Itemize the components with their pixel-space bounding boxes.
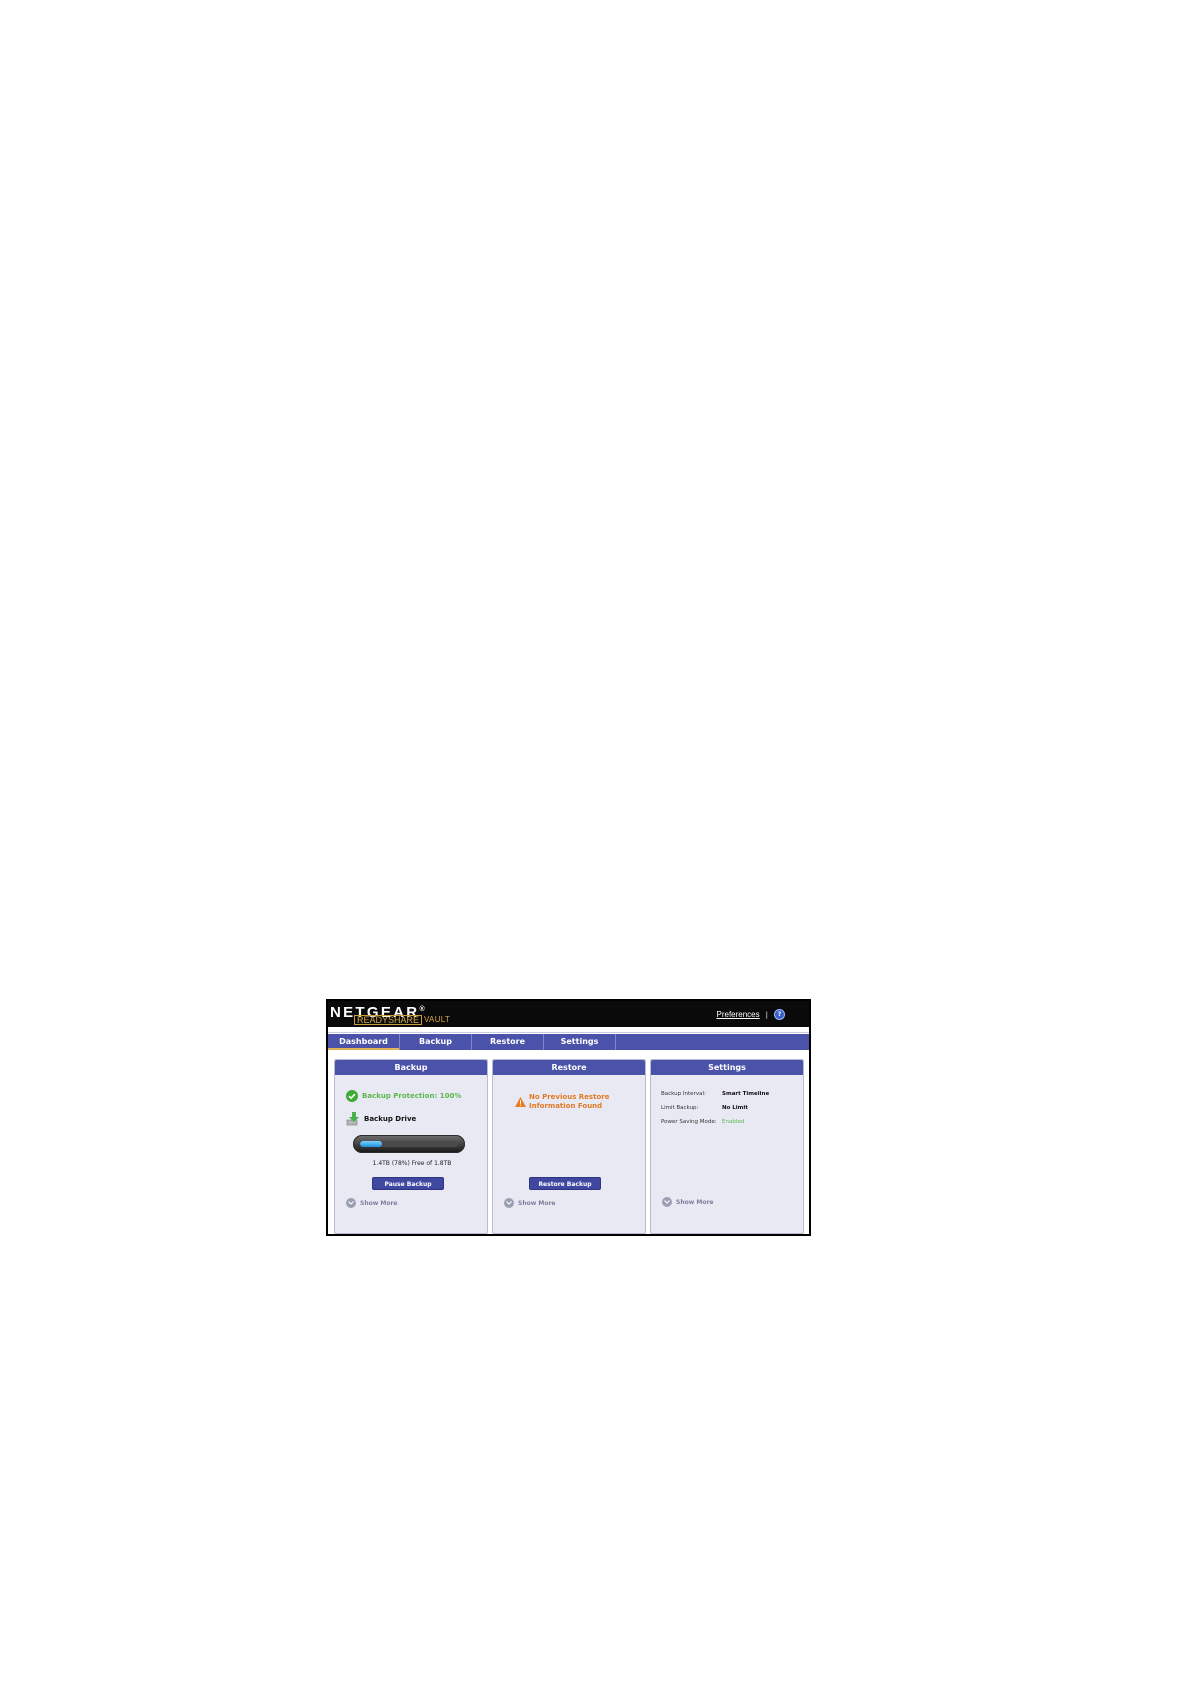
- settings-panel-title: Settings: [651, 1060, 803, 1075]
- header-separator: |: [765, 1010, 768, 1019]
- readyshare-vault-logo: READYSHARE VAULT: [354, 1015, 450, 1025]
- restore-message-line1: No Previous Restore: [529, 1093, 610, 1101]
- drive-capacity-track: [360, 1141, 458, 1147]
- brand-mark: ®: [419, 1006, 427, 1013]
- setting-value: Smart Timeline: [722, 1091, 770, 1097]
- vault-mark: VAULT: [424, 1015, 451, 1024]
- warning-triangle-icon: [515, 1097, 526, 1107]
- backup-drive-label: Backup Drive: [364, 1115, 417, 1123]
- app-window: NETGEAR® READYSHARE VAULT Preferences | …: [326, 999, 811, 1236]
- restore-show-more[interactable]: Show More: [504, 1198, 555, 1208]
- backup-drive-row: Backup Drive: [346, 1112, 416, 1126]
- setting-label: Backup Interval:: [661, 1091, 706, 1097]
- restore-backup-button[interactable]: Restore Backup: [529, 1177, 601, 1190]
- header-bar: NETGEAR® READYSHARE VAULT Preferences | …: [328, 1001, 809, 1027]
- tab-backup[interactable]: Backup: [400, 1034, 472, 1050]
- chevron-down-circle-icon: [662, 1197, 672, 1207]
- setting-label: Limit Backup:: [661, 1105, 699, 1111]
- setting-limit-backup: Limit Backup: No Limit: [661, 1105, 748, 1111]
- drive-capacity-fill: [360, 1141, 382, 1147]
- drive-capacity-text: 1.4TB (78%) Free of 1.8TB: [372, 1160, 452, 1167]
- drive-capacity-bar: [353, 1135, 465, 1153]
- dashboard-panels: Backup Backup Protection: 100% Backup Dr…: [334, 1059, 807, 1234]
- setting-power-saving: Power Saving Mode: Enabled: [661, 1119, 744, 1125]
- header-links: Preferences | ?: [717, 1009, 785, 1020]
- setting-value: No Limit: [722, 1105, 748, 1111]
- restore-panel: Restore No Previous Restore Information …: [492, 1059, 646, 1234]
- backup-protection-status: Backup Protection: 100%: [346, 1090, 461, 1102]
- restore-show-more-label: Show More: [518, 1199, 556, 1207]
- tab-restore[interactable]: Restore: [472, 1034, 544, 1050]
- chevron-down-circle-icon: [504, 1198, 514, 1208]
- settings-show-more-label: Show More: [676, 1198, 714, 1206]
- restore-panel-title: Restore: [493, 1060, 645, 1075]
- tab-settings[interactable]: Settings: [544, 1034, 616, 1050]
- backup-show-more-label: Show More: [360, 1199, 398, 1207]
- restore-message-line2: Information Found: [529, 1102, 603, 1110]
- setting-label: Power Saving Mode:: [661, 1119, 717, 1125]
- restore-message: No Previous Restore Information Found: [529, 1093, 609, 1111]
- setting-value: Enabled: [722, 1119, 745, 1125]
- setting-backup-interval: Backup Interval: Smart Timeline: [661, 1091, 769, 1097]
- check-circle-icon: [346, 1090, 358, 1102]
- tab-dashboard[interactable]: Dashboard: [328, 1034, 400, 1050]
- download-drive-icon: [346, 1112, 359, 1126]
- chevron-down-circle-icon: [346, 1198, 356, 1208]
- backup-panel-title: Backup: [335, 1060, 487, 1075]
- backup-panel: Backup Backup Protection: 100% Backup Dr…: [334, 1059, 488, 1234]
- settings-panel: Settings Backup Interval: Smart Timeline…: [650, 1059, 804, 1234]
- restore-warning: No Previous Restore Information Found: [515, 1093, 609, 1111]
- readyshare-mark: READYSHARE: [354, 1015, 423, 1025]
- backup-show-more[interactable]: Show More: [346, 1198, 397, 1208]
- preferences-link[interactable]: Preferences: [717, 1010, 760, 1019]
- backup-protection-text: Backup Protection: 100%: [362, 1092, 462, 1100]
- settings-show-more[interactable]: Show More: [662, 1197, 713, 1207]
- help-icon[interactable]: ?: [774, 1009, 785, 1020]
- main-nav: Dashboard Backup Restore Settings: [328, 1034, 809, 1050]
- pause-backup-button[interactable]: Pause Backup: [372, 1177, 444, 1190]
- header-divider: [328, 1027, 809, 1034]
